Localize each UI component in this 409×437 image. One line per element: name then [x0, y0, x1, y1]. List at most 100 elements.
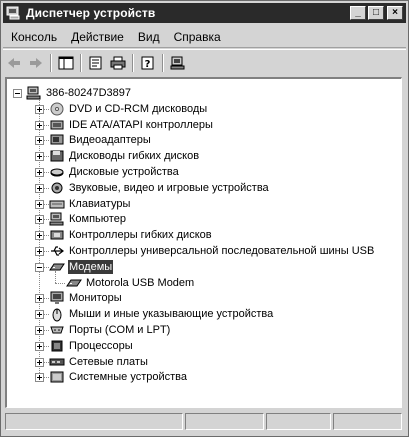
network-card-icon — [49, 354, 65, 370]
print-icon — [110, 56, 126, 70]
tree-category[interactable]: Процессоры — [49, 338, 134, 354]
expand-icon[interactable] — [35, 120, 44, 130]
expand-icon[interactable] — [35, 183, 44, 193]
expand-icon[interactable] — [35, 136, 44, 146]
menu-help[interactable]: Справка — [167, 30, 228, 44]
tree-category[interactable]: Мыши и иные указывающие устройства — [49, 306, 274, 322]
tree-category[interactable]: Мониторы — [49, 290, 123, 306]
close-button[interactable]: × — [387, 6, 403, 20]
maximize-icon: □ — [372, 7, 380, 18]
tree-category[interactable]: Клавиатуры — [49, 196, 131, 212]
toolbar-separator — [50, 54, 52, 72]
tree-category[interactable]: Модемы — [49, 259, 114, 275]
tree-category[interactable]: Контроллеры гибких дисков — [49, 227, 213, 243]
system-devices-icon — [49, 369, 65, 385]
tree-device[interactable]: Motorola USB Modem — [66, 275, 195, 291]
expand-icon[interactable] — [35, 373, 44, 383]
expand-icon[interactable] — [35, 199, 44, 209]
expand-icon[interactable] — [35, 152, 44, 162]
tree-category[interactable]: Дисководы гибких дисков — [49, 148, 200, 164]
tree-node-label: Мониторы — [69, 292, 122, 305]
status-panel — [333, 413, 402, 430]
tree-category[interactable]: IDE ATA/ATAPI контроллеры — [49, 117, 214, 133]
tree-category[interactable]: Видеоадаптеры — [49, 132, 152, 148]
tree-category[interactable]: Сетевые платы — [49, 354, 149, 370]
expand-icon[interactable] — [35, 310, 44, 320]
device-manager-icon — [6, 6, 22, 20]
help-button[interactable]: ? — [137, 53, 159, 73]
tree-node-label: IDE ATA/ATAPI контроллеры — [69, 118, 213, 131]
menu-view[interactable]: Вид — [131, 30, 167, 44]
expand-icon[interactable] — [35, 104, 44, 114]
svg-text:?: ? — [145, 59, 151, 70]
maximize-button[interactable]: □ — [368, 6, 384, 20]
computer-icon — [26, 85, 42, 101]
tree-category[interactable]: Системные устройства — [49, 369, 188, 385]
toolbar-separator — [162, 54, 164, 72]
expand-icon[interactable] — [35, 231, 44, 241]
tree-node-label: Видеоадаптеры — [69, 134, 151, 147]
forward-arrow-icon — [30, 58, 42, 68]
collapse-icon[interactable] — [35, 262, 44, 272]
forward-button[interactable] — [25, 53, 47, 73]
tree-category[interactable]: Компьютер — [49, 211, 127, 227]
tree-node-label: Контроллеры гибких дисков — [69, 229, 212, 242]
expand-icon[interactable] — [35, 341, 44, 351]
status-panel — [5, 413, 183, 430]
scan-hardware-button[interactable] — [167, 53, 189, 73]
minimize-icon: _ — [355, 7, 361, 18]
console-tree-button[interactable] — [55, 53, 77, 73]
tree-node-label: Звуковые, видео и игровые устройства — [69, 181, 269, 194]
menu-bar: Консоль Действие Вид Справка — [3, 27, 406, 48]
toolbar-separator — [132, 54, 134, 72]
cdrom-icon — [49, 101, 65, 117]
status-bar — [5, 413, 404, 432]
monitor-icon — [49, 290, 65, 306]
device-tree[interactable]: 386-80247D3897 DVD и CD-RCM дисководы IDE … — [5, 77, 402, 408]
scan-hardware-icon — [170, 56, 185, 70]
tree-node-label: Дисководы гибких дисков — [69, 150, 200, 163]
expand-icon[interactable] — [35, 215, 44, 225]
usb-icon — [49, 243, 65, 259]
tree-node-label: Motorola USB Modem — [86, 276, 195, 289]
tree-root[interactable]: 386-80247D3897 — [26, 85, 132, 101]
display-adapter-icon — [49, 132, 65, 148]
back-button[interactable] — [3, 53, 25, 73]
properties-icon — [89, 56, 102, 70]
expand-icon[interactable] — [35, 168, 44, 177]
tree-category[interactable]: Звуковые, видео и игровые устройства — [49, 180, 270, 196]
tree-node-label: Контроллеры универсальной последовательн… — [69, 245, 375, 257]
tree-node-label: Компьютер — [69, 213, 126, 226]
expand-icon[interactable] — [35, 247, 44, 256]
tree-connector — [55, 270, 56, 284]
print-button[interactable] — [107, 53, 129, 73]
tree-node-label: Модемы — [68, 259, 114, 274]
modem-icon — [66, 275, 82, 291]
tree-category[interactable]: Порты (COM и LPT) — [49, 322, 171, 338]
tree-category[interactable]: Контроллеры универсальной последовательн… — [49, 243, 375, 259]
tree-node-label: Сетевые платы — [69, 355, 148, 368]
back-arrow-icon — [8, 58, 20, 68]
toolbar-separator — [80, 54, 82, 72]
collapse-icon[interactable] — [13, 89, 22, 98]
tree-node-label: Системные устройства — [69, 371, 188, 384]
console-tree-icon — [58, 56, 74, 70]
tree-node-label: Порты (COM и LPT) — [69, 324, 171, 336]
tree-category[interactable]: Дисковые устройства — [49, 164, 180, 180]
mouse-icon — [49, 306, 65, 322]
menu-action[interactable]: Действие — [64, 30, 131, 44]
port-icon — [49, 322, 65, 338]
floppy-drive-icon — [49, 148, 65, 164]
properties-button[interactable] — [85, 53, 107, 73]
tree-category[interactable]: DVD и CD-RCM дисководы — [49, 101, 208, 117]
minimize-button[interactable]: _ — [350, 6, 366, 20]
expand-icon[interactable] — [35, 357, 44, 367]
menu-console[interactable]: Консоль — [3, 30, 64, 44]
status-panel — [185, 413, 264, 430]
expand-icon[interactable] — [35, 294, 44, 304]
keyboard-icon — [49, 196, 65, 212]
expand-icon[interactable] — [35, 326, 44, 335]
computer-icon — [49, 211, 65, 227]
status-panel — [266, 413, 331, 430]
title-bar[interactable]: Диспетчер устройств _ □ × — [3, 3, 406, 23]
